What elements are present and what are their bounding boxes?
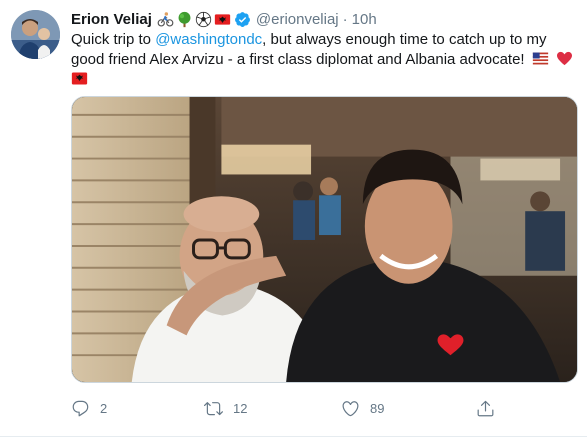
cyclist-emoji-icon [157,11,174,27]
tweet-text-part-1: Quick trip to [71,31,156,48]
tweet-header: Erion Veliaj @erionveliaj · 10h [71,8,567,30]
like-count: 89 [370,400,385,416]
heart-icon [342,400,359,416]
us-flag-emoji-icon [532,52,548,65]
author-avatar[interactable] [11,10,60,59]
tweet-text: Quick trip to @washingtondc, but always … [71,30,576,90]
share-icon [477,400,494,416]
reply-count: 2 [100,400,108,416]
avatar-image [11,10,60,59]
mention-link[interactable]: @washingtondc [155,31,262,48]
photo-two-men-restaurant [72,97,577,382]
tweet-timestamp[interactable]: 10h [352,11,377,28]
soccer-ball-emoji-icon [195,11,212,27]
red-heart-emoji-icon [556,51,572,66]
albania-flag-emoji-icon [214,13,231,25]
like-button[interactable]: 89 [341,399,384,418]
author-handle[interactable]: @erionveliaj [256,11,339,28]
verified-badge-icon [234,11,250,27]
author-name[interactable]: Erion Veliaj [71,11,152,28]
header-separator: · [342,10,348,28]
author-emoji-row [157,11,231,28]
share-button[interactable] [476,399,495,418]
retweet-button[interactable]: 12 [204,399,247,418]
retweet-count: 12 [233,400,248,416]
tree-emoji-icon [178,11,191,27]
retweet-icon [204,401,223,415]
reply-button[interactable]: 2 [71,399,107,418]
tweet-card[interactable]: Erion Veliaj @erionveliaj · 10h Quick tr… [0,0,587,437]
reply-icon [72,400,89,416]
albania-flag-emoji-2-icon [71,72,88,85]
tweet-actions: 2 12 89 [71,396,501,420]
tweet-photo[interactable] [71,96,578,383]
